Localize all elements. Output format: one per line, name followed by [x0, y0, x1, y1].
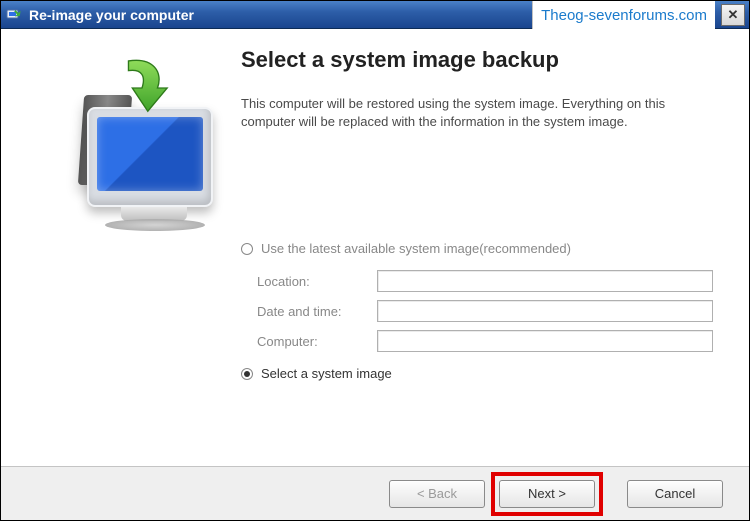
- next-button-highlight: Next >: [491, 472, 603, 516]
- option-use-latest-label: Use the latest available system image(re…: [261, 241, 571, 256]
- computer-label: Computer:: [257, 334, 377, 349]
- datetime-value: [377, 300, 713, 322]
- window-title: Re-image your computer: [29, 7, 194, 23]
- radio-icon: [241, 368, 253, 380]
- wizard-content: Select a system image backup This comput…: [241, 47, 713, 456]
- app-icon: [5, 6, 23, 24]
- wizard-illustration: [21, 47, 241, 456]
- location-value: [377, 270, 713, 292]
- latest-image-fields: Location: Date and time: Computer:: [257, 270, 713, 352]
- location-label: Location:: [257, 274, 377, 289]
- cancel-button[interactable]: Cancel: [627, 480, 723, 508]
- field-computer: Computer:: [257, 330, 713, 352]
- client-area: Select a system image backup This comput…: [1, 29, 749, 520]
- field-datetime: Date and time:: [257, 300, 713, 322]
- next-button[interactable]: Next >: [499, 480, 595, 508]
- wizard-body: Select a system image backup This comput…: [1, 29, 749, 466]
- watermark: Theog-sevenforums.com: [532, 1, 715, 29]
- computer-restore-icon: [21, 55, 221, 235]
- option-use-latest[interactable]: Use the latest available system image(re…: [241, 241, 713, 256]
- option-select-image[interactable]: Select a system image: [241, 366, 713, 381]
- back-button[interactable]: < Back: [389, 480, 485, 508]
- field-location: Location:: [257, 270, 713, 292]
- datetime-label: Date and time:: [257, 304, 377, 319]
- page-title: Select a system image backup: [241, 47, 713, 73]
- button-strip: < Back Next > Cancel: [1, 466, 749, 520]
- page-description: This computer will be restored using the…: [241, 95, 713, 131]
- close-icon: ✕: [728, 7, 739, 23]
- title-bar: Re-image your computer Theog-sevenforums…: [1, 1, 749, 29]
- radio-icon: [241, 243, 253, 255]
- close-button[interactable]: ✕: [721, 4, 745, 26]
- option-select-image-label: Select a system image: [261, 366, 392, 381]
- computer-value: [377, 330, 713, 352]
